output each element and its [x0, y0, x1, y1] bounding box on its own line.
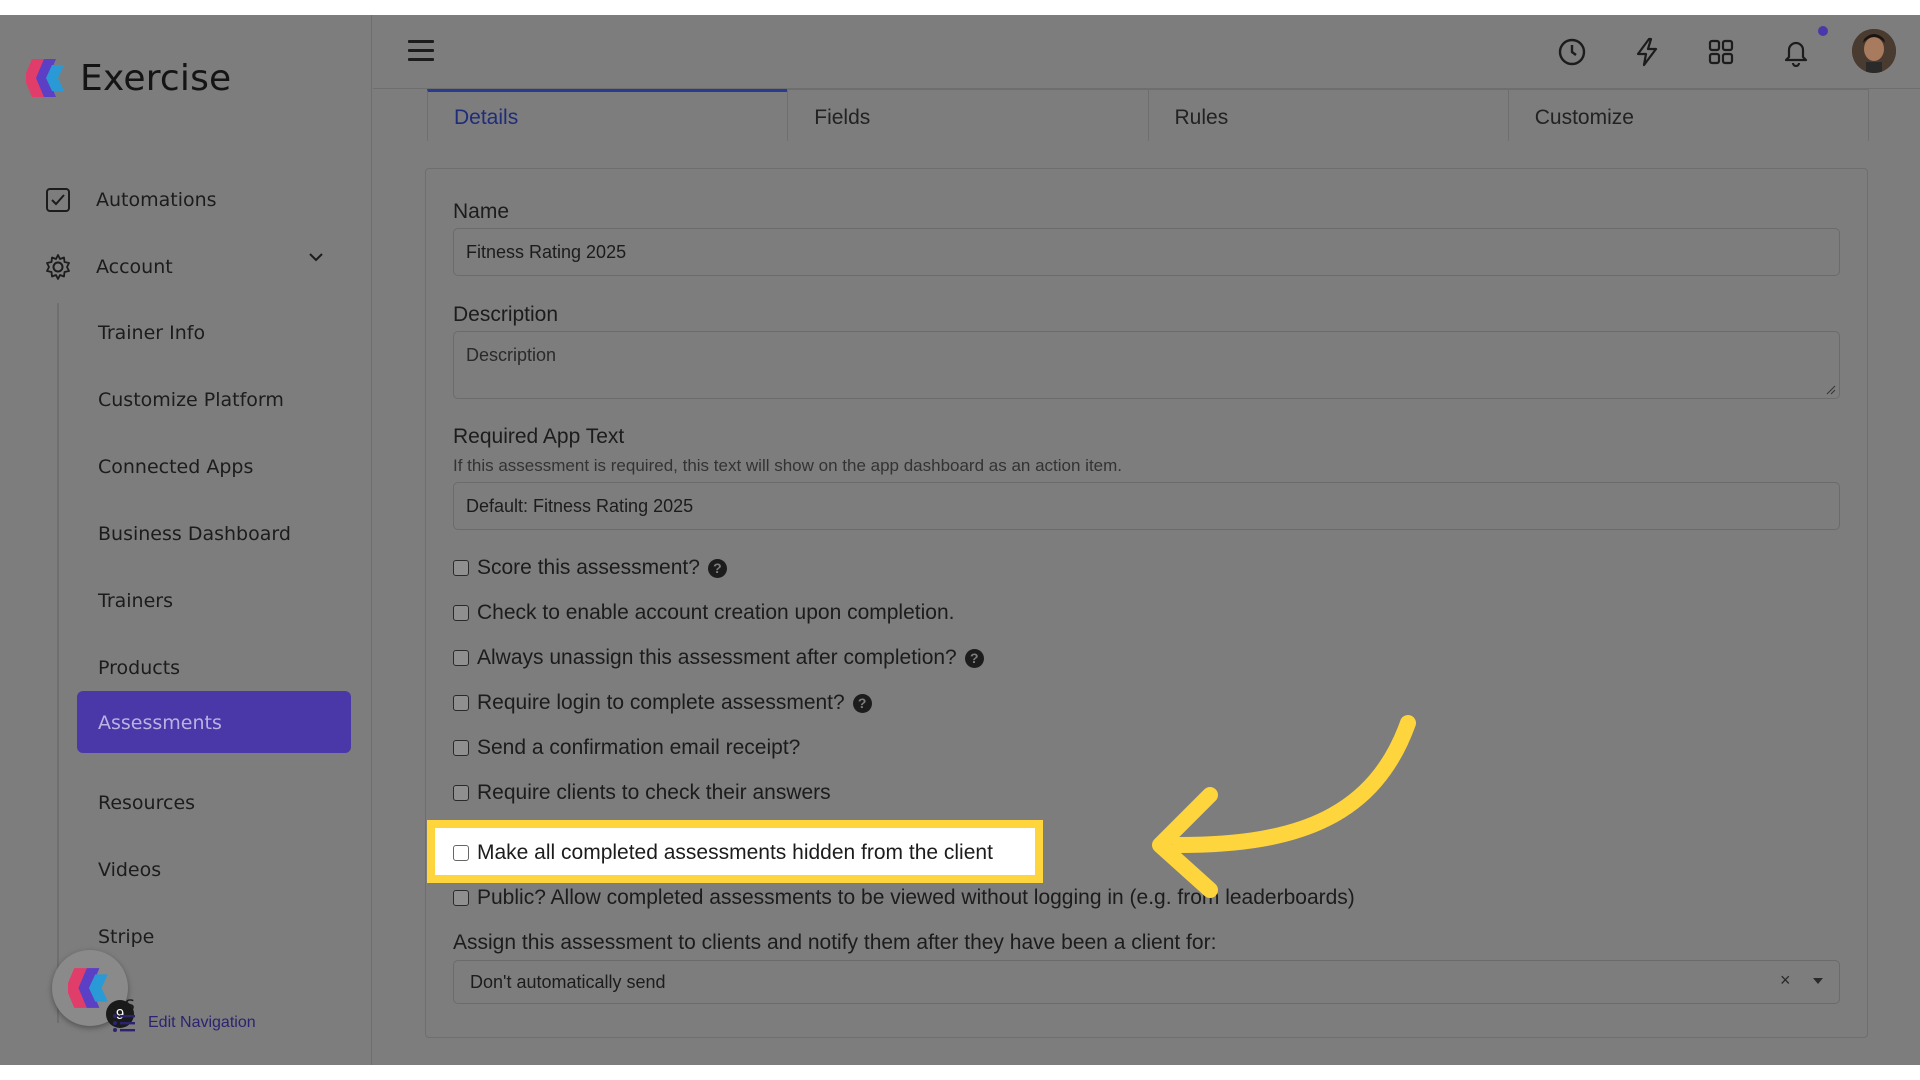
- confirmation-email-checkbox[interactable]: [453, 740, 469, 756]
- checkbox-label: Send a confirmation email receipt?: [477, 736, 800, 760]
- tab-bar: Details Fields Rules Customize: [427, 89, 1868, 141]
- subnav-divider: [57, 303, 59, 1023]
- help-icon[interactable]: ?: [708, 559, 727, 578]
- brand-logo-icon: [68, 966, 112, 1010]
- sidebar-item-resources[interactable]: Resources: [98, 792, 195, 814]
- score-assessment-option[interactable]: Score this assessment? ?: [453, 556, 727, 580]
- edit-navigation-label: Edit Navigation: [148, 1014, 256, 1032]
- description-label: Description: [453, 303, 558, 327]
- public-checkbox[interactable]: [453, 890, 469, 906]
- tab-details[interactable]: Details: [427, 89, 788, 141]
- sidebar-item-customize-platform[interactable]: Customize Platform: [98, 389, 284, 411]
- brand-logo-icon: [26, 57, 68, 99]
- assign-label: Assign this assessment to clients and no…: [453, 931, 1216, 955]
- description-placeholder: Description: [466, 345, 556, 366]
- sidebar-item-trainer-info[interactable]: Trainer Info: [98, 322, 205, 344]
- check-answers-option[interactable]: Require clients to check their answers: [453, 781, 831, 805]
- assign-select[interactable]: Don't automatically send: [453, 960, 1840, 1004]
- checkbox-label: Require login to complete assessment?: [477, 691, 845, 715]
- clock-icon[interactable]: [1556, 36, 1588, 68]
- lightning-icon[interactable]: [1631, 36, 1663, 68]
- sidebar-item-label: Automations: [96, 189, 217, 211]
- avatar[interactable]: [1852, 29, 1896, 73]
- sidebar-item-automations[interactable]: Automations: [44, 186, 217, 214]
- app-window: Exercise Automations Account Trainer Inf…: [0, 15, 1920, 1065]
- notification-dot: [1818, 26, 1828, 36]
- assign-select-value: Don't automatically send: [470, 972, 666, 993]
- account-creation-checkbox[interactable]: [453, 605, 469, 621]
- sidebar-item-label: Assessments: [98, 712, 222, 734]
- checkbox-icon: [44, 186, 72, 214]
- always-unassign-option[interactable]: Always unassign this assessment after co…: [453, 646, 984, 670]
- checkbox-label: Check to enable account creation upon co…: [477, 601, 954, 625]
- chevron-down-icon[interactable]: [306, 247, 326, 267]
- check-answers-checkbox[interactable]: [453, 785, 469, 801]
- gear-icon: [44, 253, 72, 281]
- sidebar-item-label: Account: [96, 256, 173, 278]
- topbar: [373, 15, 1920, 89]
- dropdown-caret-icon[interactable]: [1813, 978, 1823, 984]
- annotation-arrow: [1130, 695, 1430, 915]
- list-icon: [112, 1013, 136, 1033]
- brand-name: Exercise: [80, 58, 231, 99]
- require-login-checkbox[interactable]: [453, 695, 469, 711]
- name-field[interactable]: Fitness Rating 2025: [453, 228, 1840, 276]
- checkbox-label: Require clients to check their answers: [477, 781, 831, 805]
- tab-rules[interactable]: Rules: [1148, 89, 1509, 141]
- sidebar: Exercise Automations Account Trainer Inf…: [0, 15, 372, 1065]
- hide-completed-checkbox[interactable]: [453, 845, 469, 861]
- hide-completed-option[interactable]: Make all completed assessments hidden fr…: [453, 841, 993, 865]
- sidebar-item-connected-apps[interactable]: Connected Apps: [98, 456, 253, 478]
- sidebar-item-videos[interactable]: Videos: [98, 859, 161, 881]
- checkbox-label: Score this assessment?: [477, 556, 700, 580]
- required-app-text-hint: If this assessment is required, this tex…: [453, 456, 1122, 476]
- tab-customize[interactable]: Customize: [1508, 89, 1869, 141]
- required-app-text-label: Required App Text: [453, 425, 624, 449]
- sidebar-item-stripe[interactable]: Stripe: [98, 926, 154, 948]
- help-icon[interactable]: ?: [853, 694, 872, 713]
- bell-icon[interactable]: [1780, 36, 1812, 68]
- checkbox-label: Make all completed assessments hidden fr…: [477, 841, 993, 865]
- grid-icon[interactable]: [1705, 36, 1737, 68]
- sidebar-item-products[interactable]: Products: [98, 657, 180, 679]
- require-login-option[interactable]: Require login to complete assessment? ?: [453, 691, 872, 715]
- sidebar-item-account[interactable]: Account: [44, 253, 173, 281]
- tab-fields[interactable]: Fields: [787, 89, 1148, 141]
- resize-handle-icon[interactable]: [1826, 385, 1836, 395]
- always-unassign-checkbox[interactable]: [453, 650, 469, 666]
- sidebar-item-business-dashboard[interactable]: Business Dashboard: [98, 523, 291, 545]
- clear-selection-icon[interactable]: ×: [1780, 970, 1791, 991]
- checkbox-label: Always unassign this assessment after co…: [477, 646, 957, 670]
- help-icon[interactable]: ?: [965, 649, 984, 668]
- brand[interactable]: Exercise: [26, 57, 231, 99]
- score-assessment-checkbox[interactable]: [453, 560, 469, 576]
- required-app-text-field[interactable]: Default: Fitness Rating 2025: [453, 482, 1840, 530]
- sidebar-item-trainers[interactable]: Trainers: [98, 590, 173, 612]
- menu-icon[interactable]: [408, 40, 434, 62]
- name-label: Name: [453, 200, 509, 224]
- account-creation-option[interactable]: Check to enable account creation upon co…: [453, 601, 954, 625]
- description-field[interactable]: Description: [453, 331, 1840, 399]
- edit-navigation-link[interactable]: Edit Navigation: [112, 1013, 256, 1033]
- confirmation-email-option[interactable]: Send a confirmation email receipt?: [453, 736, 800, 760]
